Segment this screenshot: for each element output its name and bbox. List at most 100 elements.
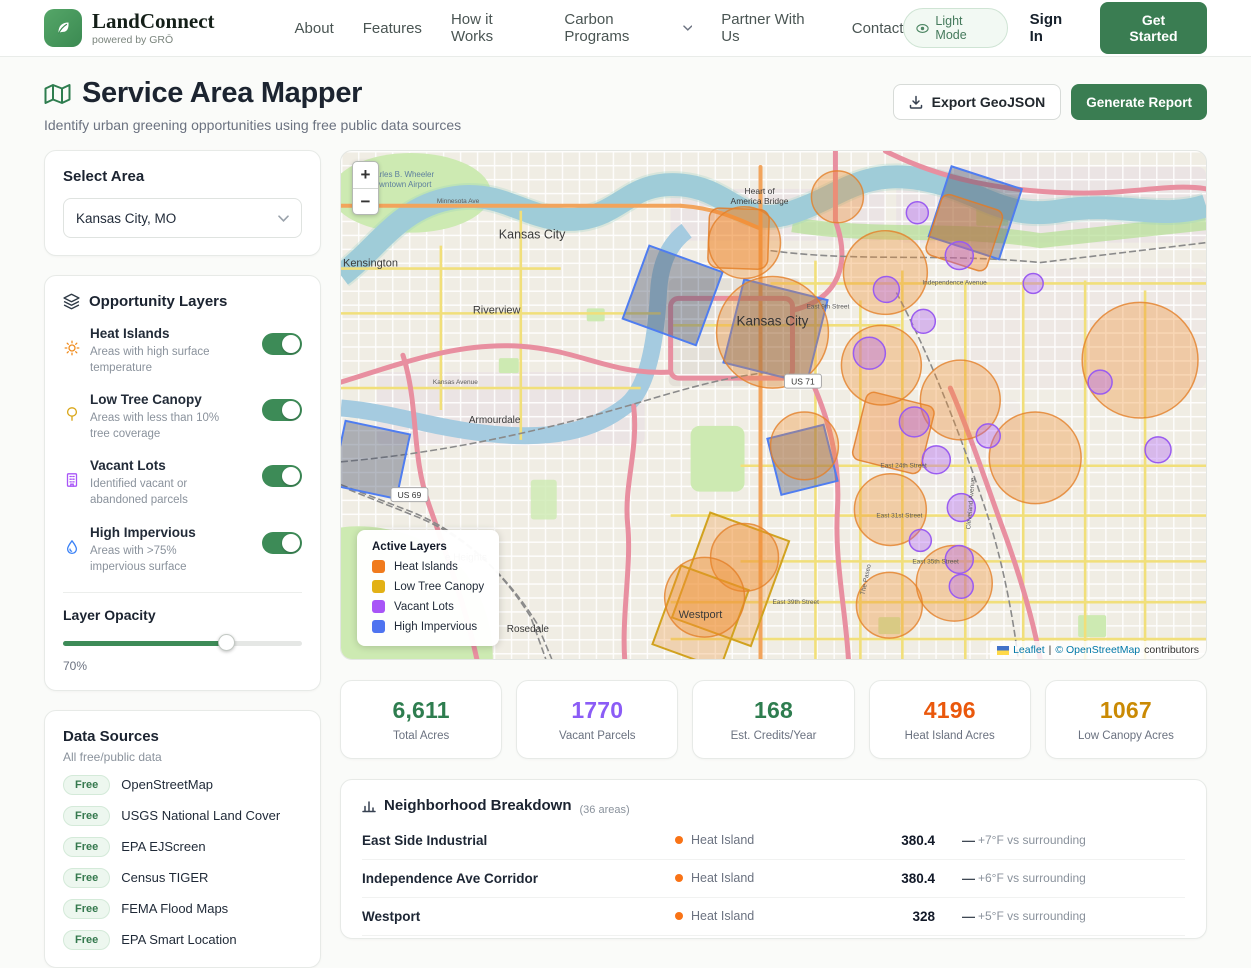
breakdown-count: (36 areas) xyxy=(580,804,630,816)
row-type: Heat Island xyxy=(675,871,850,885)
eye-icon xyxy=(916,22,929,35)
get-started-button[interactable]: Get Started xyxy=(1100,2,1207,54)
layer-name: Low Tree Canopy xyxy=(90,392,253,407)
layer-description: Areas with >75% impervious surface xyxy=(90,543,222,575)
data-source-item: Free EPA Smart Location xyxy=(63,930,302,950)
free-badge: Free xyxy=(63,899,110,919)
layers-icon xyxy=(63,293,80,310)
building-icon xyxy=(64,472,80,493)
stat-value: 168 xyxy=(701,697,845,724)
export-geojson-button[interactable]: Export GeoJSON xyxy=(893,84,1062,120)
map-icon xyxy=(44,82,71,106)
stat-card: 4196 Heat Island Acres xyxy=(869,680,1031,759)
select-area-card: Select Area Kansas City, MO xyxy=(44,150,321,256)
map-place-label: East 31st Street xyxy=(876,513,922,520)
map-place-label: America Bridge xyxy=(731,196,789,206)
row-type: Heat Island xyxy=(675,909,850,923)
opacity-slider[interactable] xyxy=(63,634,302,652)
layer-toggle[interactable] xyxy=(262,333,302,355)
stat-value: 1067 xyxy=(1054,697,1198,724)
layer-name: Heat Islands xyxy=(90,326,253,341)
row-note: — +7°F vs surrounding xyxy=(935,833,1185,848)
stat-label: Heat Island Acres xyxy=(878,730,1022,742)
svg-text:US 69: US 69 xyxy=(398,490,422,500)
layer-item: Heat Islands Areas with high surface tem… xyxy=(63,326,302,376)
nav-item[interactable]: About xyxy=(295,11,334,45)
map-place-label: Rosedale xyxy=(507,624,550,635)
map-place-label: Kansas City xyxy=(737,313,809,328)
map-place-label: East 9th Street xyxy=(806,303,849,310)
sidebar: Select Area Kansas City, MO Opportunity … xyxy=(44,150,321,968)
leaflet-link[interactable]: Leaflet xyxy=(1013,644,1045,656)
data-source-name: Census TIGER xyxy=(121,870,208,885)
breakdown-row: Westport Heat Island 328 — +5°F vs surro… xyxy=(362,898,1185,936)
nav-item[interactable]: Carbon Programs xyxy=(564,11,692,45)
stat-card: 6,611 Total Acres xyxy=(340,680,502,759)
ukraine-flag-icon xyxy=(997,646,1009,655)
neighborhood-name: East Side Industrial xyxy=(362,833,675,848)
free-badge: Free xyxy=(63,806,110,826)
brand-name: LandConnect xyxy=(92,10,215,32)
bar-chart-icon xyxy=(362,799,376,813)
layer-name: Vacant Lots xyxy=(90,458,253,473)
legend-item: Vacant Lots xyxy=(372,600,484,613)
page-title: Service Area Mapper xyxy=(82,77,362,110)
zoom-in-button[interactable]: + xyxy=(353,162,378,188)
zoom-out-button[interactable]: − xyxy=(353,188,378,214)
osm-link[interactable]: © OpenStreetMap xyxy=(1055,644,1140,656)
map-container[interactable]: US 71US 69 Charles B. WheelerDowntown Ai… xyxy=(340,150,1207,660)
stat-card: 1067 Low Canopy Acres xyxy=(1045,680,1207,759)
layers-title: Opportunity Layers xyxy=(89,293,227,310)
light-mode-toggle[interactable]: Light Mode xyxy=(903,8,1007,48)
breakdown-row: East Side Industrial Heat Island 380.4 —… xyxy=(362,822,1185,860)
data-source-name: FEMA Flood Maps xyxy=(121,901,228,916)
brand-logo[interactable]: LandConnect powered by GRŌ xyxy=(44,9,215,47)
nav-item[interactable]: How it Works xyxy=(451,11,535,45)
stat-card: 168 Est. Credits/Year xyxy=(692,680,854,759)
chevron-down-icon xyxy=(683,25,693,31)
stat-value: 6,611 xyxy=(349,697,493,724)
free-badge: Free xyxy=(63,868,110,888)
opacity-label: Layer Opacity xyxy=(63,607,302,623)
legend-swatch xyxy=(372,560,385,573)
map-place-label: East 39th Street xyxy=(773,599,820,606)
attribution-separator: | xyxy=(1049,644,1052,656)
active-layers-legend: Active Layers Heat Islands Low Tree Cano… xyxy=(357,530,499,646)
stat-label: Low Canopy Acres xyxy=(1054,730,1198,742)
slider-fill xyxy=(63,641,230,646)
data-source-item: Free Census TIGER xyxy=(63,868,302,888)
area-select[interactable]: Kansas City, MO xyxy=(63,198,302,238)
light-mode-label: Light Mode xyxy=(935,14,994,42)
heat-island-dot xyxy=(675,874,683,882)
neighborhood-name: Westport xyxy=(362,909,675,924)
attribution-suffix: contributors xyxy=(1144,644,1199,656)
top-nav-bar: LandConnect powered by GRŌ About Feature… xyxy=(0,0,1251,57)
legend-swatch xyxy=(372,620,385,633)
sun-icon xyxy=(64,340,80,361)
free-badge: Free xyxy=(63,837,110,857)
data-source-item: Free OpenStreetMap xyxy=(63,775,302,795)
tree-icon xyxy=(64,406,80,427)
layer-description: Identified vacant or abandoned parcels xyxy=(90,476,222,508)
neighborhood-name: Independence Ave Corridor xyxy=(362,871,675,886)
opacity-value: 70% xyxy=(63,659,302,673)
slider-knob[interactable] xyxy=(218,634,235,651)
route-shield: US 69 xyxy=(391,488,428,502)
map-place-label: Armourdale xyxy=(469,415,521,426)
layer-toggle[interactable] xyxy=(262,465,302,487)
download-icon xyxy=(909,95,923,109)
stats-row: 6,611 Total Acres 1770 Vacant Parcels 16… xyxy=(340,680,1207,759)
layer-toggle[interactable] xyxy=(262,532,302,554)
neighborhood-breakdown-card: Neighborhood Breakdown (36 areas) East S… xyxy=(340,779,1207,939)
page-subtitle: Identify urban greening opportunities us… xyxy=(44,117,461,133)
nav-item[interactable]: Partner With Us xyxy=(721,11,822,45)
map-place-label: Kensington xyxy=(343,258,398,270)
nav-item[interactable]: Features xyxy=(363,11,422,45)
droplet-icon xyxy=(64,539,80,560)
nav-item[interactable]: Contact xyxy=(852,11,904,45)
stat-value: 1770 xyxy=(525,697,669,724)
sign-in-link[interactable]: Sign In xyxy=(1030,11,1078,45)
layer-toggle[interactable] xyxy=(262,399,302,421)
generate-report-button[interactable]: Generate Report xyxy=(1071,84,1207,120)
breakdown-row: Independence Ave Corridor Heat Island 38… xyxy=(362,860,1185,898)
